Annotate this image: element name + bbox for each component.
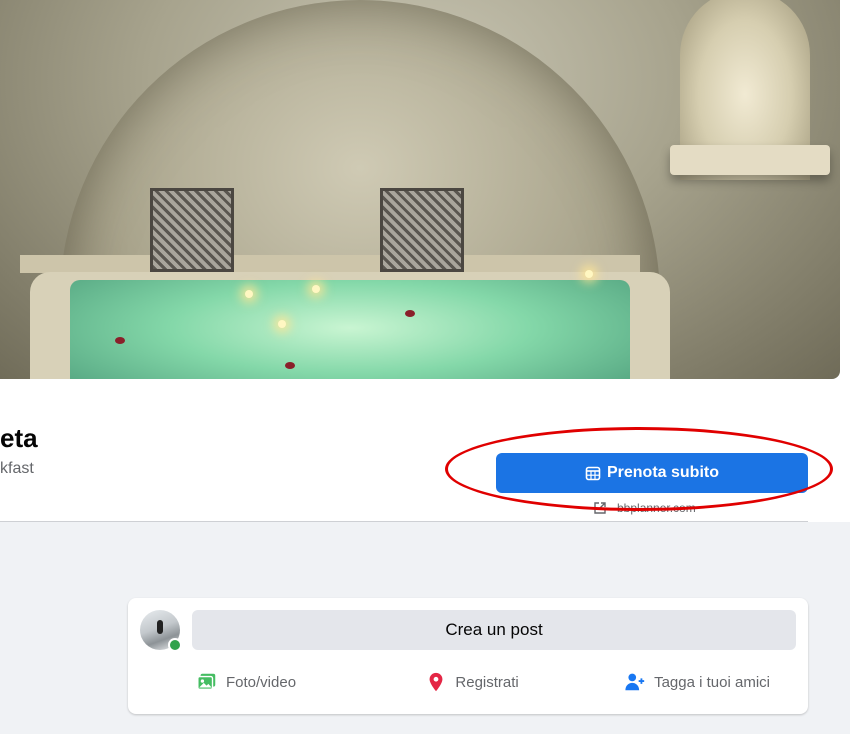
tag-friends-label: Tagga i tuoi amici <box>654 673 770 691</box>
page-category: kfast <box>0 460 34 477</box>
photo-video-label: Foto/video <box>226 673 297 691</box>
calendar-icon <box>585 466 601 481</box>
external-source-link[interactable]: bbplanner.com <box>593 498 696 518</box>
avatar-figure <box>157 620 163 634</box>
tag-friends-icon <box>625 673 645 691</box>
header-divider <box>0 521 808 522</box>
cover-photo[interactable] <box>0 0 840 379</box>
cover-sink-shape <box>670 145 830 175</box>
cover-ledge-shape <box>20 255 640 273</box>
location-pin-icon <box>429 672 443 692</box>
cover-petal <box>405 310 415 317</box>
cover-candle <box>312 285 320 293</box>
online-status-dot <box>168 638 182 652</box>
post-composer: Crea un post Foto/video Registrati Tagga… <box>128 598 808 714</box>
cover-panel-right <box>380 188 464 272</box>
create-post-button[interactable]: Crea un post <box>192 610 796 650</box>
check-in-button[interactable]: Registrati <box>385 666 534 698</box>
cover-pool <box>70 280 630 379</box>
cover-candle <box>585 270 593 278</box>
source-domain: bbplanner.com <box>617 501 696 515</box>
book-now-button[interactable]: Prenota subito <box>496 453 808 493</box>
cover-petal <box>115 337 125 344</box>
cover-petal <box>285 362 295 369</box>
tag-friends-button[interactable]: Tagga i tuoi amici <box>608 666 796 698</box>
cover-candle <box>278 320 286 328</box>
photo-video-icon <box>197 673 216 691</box>
composer-actions: Foto/video Registrati Tagga i tuoi amici <box>140 666 796 698</box>
cover-candle <box>245 290 253 298</box>
external-link-icon <box>594 502 606 514</box>
cover-panel-left <box>150 188 234 272</box>
page-title: eta <box>0 423 38 453</box>
check-in-label: Registrati <box>455 673 519 691</box>
photo-video-button[interactable]: Foto/video <box>140 666 312 698</box>
book-now-label: Prenota subito <box>606 464 719 481</box>
